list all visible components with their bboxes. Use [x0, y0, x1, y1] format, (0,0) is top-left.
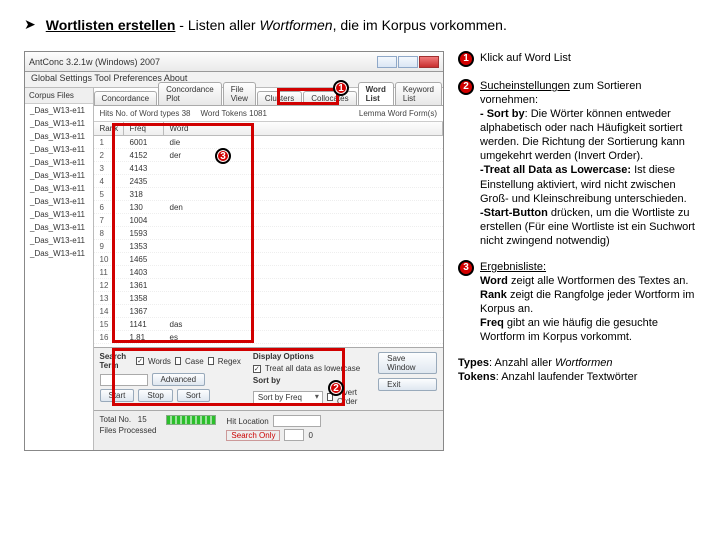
table-row[interactable]: 6130den [94, 201, 444, 214]
types-tokens-note: Types: Anzahl aller Wortformen Tokens: A… [458, 356, 696, 384]
display-options-label: Display Options [253, 352, 366, 361]
tab-concordance-plot[interactable]: Concordance Plot [158, 82, 222, 105]
marker-1-icon: 1 [458, 51, 474, 67]
table-row[interactable]: 16001die [94, 136, 444, 149]
marker-2-icon: 2 [458, 79, 474, 95]
callout-marker-1: 1 [333, 80, 349, 96]
instructions-column: 1 Klick auf Word List 2 Sucheinstellunge… [458, 51, 696, 397]
sub-toolbar: Hits No. of Word types 38 Word Tokens 10… [94, 106, 444, 122]
wordlist-table: Rank Freq Word 16001die24152der341434243… [94, 122, 444, 347]
marker-3-icon: 3 [458, 260, 474, 276]
corpus-files-sidebar: Corpus Files _Das_W13-e11_Das_W13-e11_Da… [25, 88, 94, 450]
regex-checkbox[interactable] [208, 357, 214, 365]
sidebar-item[interactable]: _Das_W13-e11 [25, 247, 93, 260]
minimize-button[interactable] [377, 56, 397, 68]
table-row[interactable]: 131358 [94, 292, 444, 305]
close-button[interactable] [419, 56, 439, 68]
table-row[interactable]: 101465 [94, 253, 444, 266]
table-row[interactable]: 151141das [94, 318, 444, 331]
callout-marker-3: 3 [215, 148, 231, 164]
search-input[interactable] [100, 374, 148, 386]
heading: ➤ Wortlisten erstellen - Listen aller Wo… [24, 16, 696, 33]
sidebar-item[interactable]: _Das_W13-e11 [25, 234, 93, 247]
sidebar-item[interactable]: _Das_W13-e11 [25, 221, 93, 234]
sidebar-item[interactable]: _Das_W13-e11 [25, 195, 93, 208]
tab-concordance[interactable]: Concordance [94, 91, 158, 105]
progress-bar [166, 415, 216, 425]
search-only-input[interactable] [284, 429, 304, 441]
table-row[interactable]: 42435 [94, 175, 444, 188]
tab-keyword-list[interactable]: Keyword List [395, 82, 442, 105]
table-row[interactable]: 81593 [94, 227, 444, 240]
hit-location-input[interactable] [273, 415, 321, 427]
sidebar-item[interactable]: _Das_W13-e11 [25, 104, 93, 117]
sidebar-item[interactable]: _Das_W13-e11 [25, 156, 93, 169]
sortby-label: Sort by [253, 376, 366, 385]
sortby-dropdown[interactable]: Sort by Freq [253, 391, 323, 404]
status-footer: Total No. 15 Files Processed Hit Locatio… [94, 410, 444, 450]
hit-location-label: Hit Location [226, 417, 268, 426]
case-checkbox[interactable] [175, 357, 181, 365]
table-row[interactable]: 121361 [94, 279, 444, 292]
table-row[interactable]: 24152der [94, 149, 444, 162]
table-row[interactable]: 71004 [94, 214, 444, 227]
sidebar-items: _Das_W13-e11_Das_W13-e11_Das_W13-e11_Das… [25, 104, 93, 260]
column-rank[interactable]: Rank [94, 122, 124, 135]
tab-collocates[interactable]: Collocates [303, 91, 356, 105]
antconc-screenshot: AntConc 3.2.1w (Windows) 2007 Global Set… [24, 51, 444, 451]
column-word[interactable]: Word [164, 122, 444, 135]
table-row[interactable]: 5318 [94, 188, 444, 201]
tool-tabs: ConcordanceConcordance PlotFile ViewClus… [94, 88, 444, 106]
sidebar-item[interactable]: _Das_W13-e11 [25, 208, 93, 221]
sidebar-item[interactable]: _Das_W13-e11 [25, 143, 93, 156]
lowercase-checkbox[interactable] [253, 365, 261, 373]
chevron-icon: ➤ [24, 16, 36, 33]
instruction-3: 3 Ergebnisliste: Word zeigt alle Wortfor… [458, 260, 696, 344]
table-row[interactable]: 34143 [94, 162, 444, 175]
exit-button[interactable]: Exit [378, 378, 437, 391]
search-term-label: Search Term [100, 352, 133, 370]
table-row[interactable]: 161.81es [94, 331, 444, 344]
words-checkbox[interactable] [136, 357, 144, 365]
window-buttons [377, 56, 439, 68]
table-row[interactable]: 111403 [94, 266, 444, 279]
advanced-button[interactable]: Advanced [152, 373, 206, 386]
table-row[interactable]: 141367 [94, 305, 444, 318]
tab-clusters[interactable]: Clusters [257, 91, 302, 105]
instruction-2: 2 Sucheinstellungen zum Sortieren vorneh… [458, 79, 696, 248]
sidebar-header: Corpus Files [25, 88, 93, 104]
stop-button[interactable]: Stop [138, 389, 172, 402]
sidebar-item[interactable]: _Das_W13-e11 [25, 117, 93, 130]
window-titlebar: AntConc 3.2.1w (Windows) 2007 [25, 52, 443, 72]
search-controls-panel: Search Term Words Case Regex Advanced St… [94, 347, 444, 410]
start-button[interactable]: Start [100, 389, 135, 402]
search-only-badge[interactable]: Search Only [226, 430, 280, 441]
heading-text: Wortlisten erstellen - Listen aller Wort… [46, 17, 507, 33]
sidebar-item[interactable]: _Das_W13-e11 [25, 169, 93, 182]
sidebar-item[interactable]: _Das_W13-e11 [25, 182, 93, 195]
sort-button[interactable]: Sort [177, 389, 210, 402]
column-freq[interactable]: Freq [124, 122, 164, 135]
window-title: AntConc 3.2.1w (Windows) 2007 [29, 57, 160, 67]
tab-file-view[interactable]: File View [223, 82, 256, 105]
maximize-button[interactable] [398, 56, 418, 68]
callout-marker-2: 2 [328, 380, 344, 396]
tab-word-list[interactable]: Word List [358, 82, 394, 105]
save-window-button[interactable]: Save Window [378, 352, 437, 374]
sidebar-item[interactable]: _Das_W13-e11 [25, 130, 93, 143]
instruction-1: 1 Klick auf Word List [458, 51, 696, 67]
table-row[interactable]: 91353 [94, 240, 444, 253]
